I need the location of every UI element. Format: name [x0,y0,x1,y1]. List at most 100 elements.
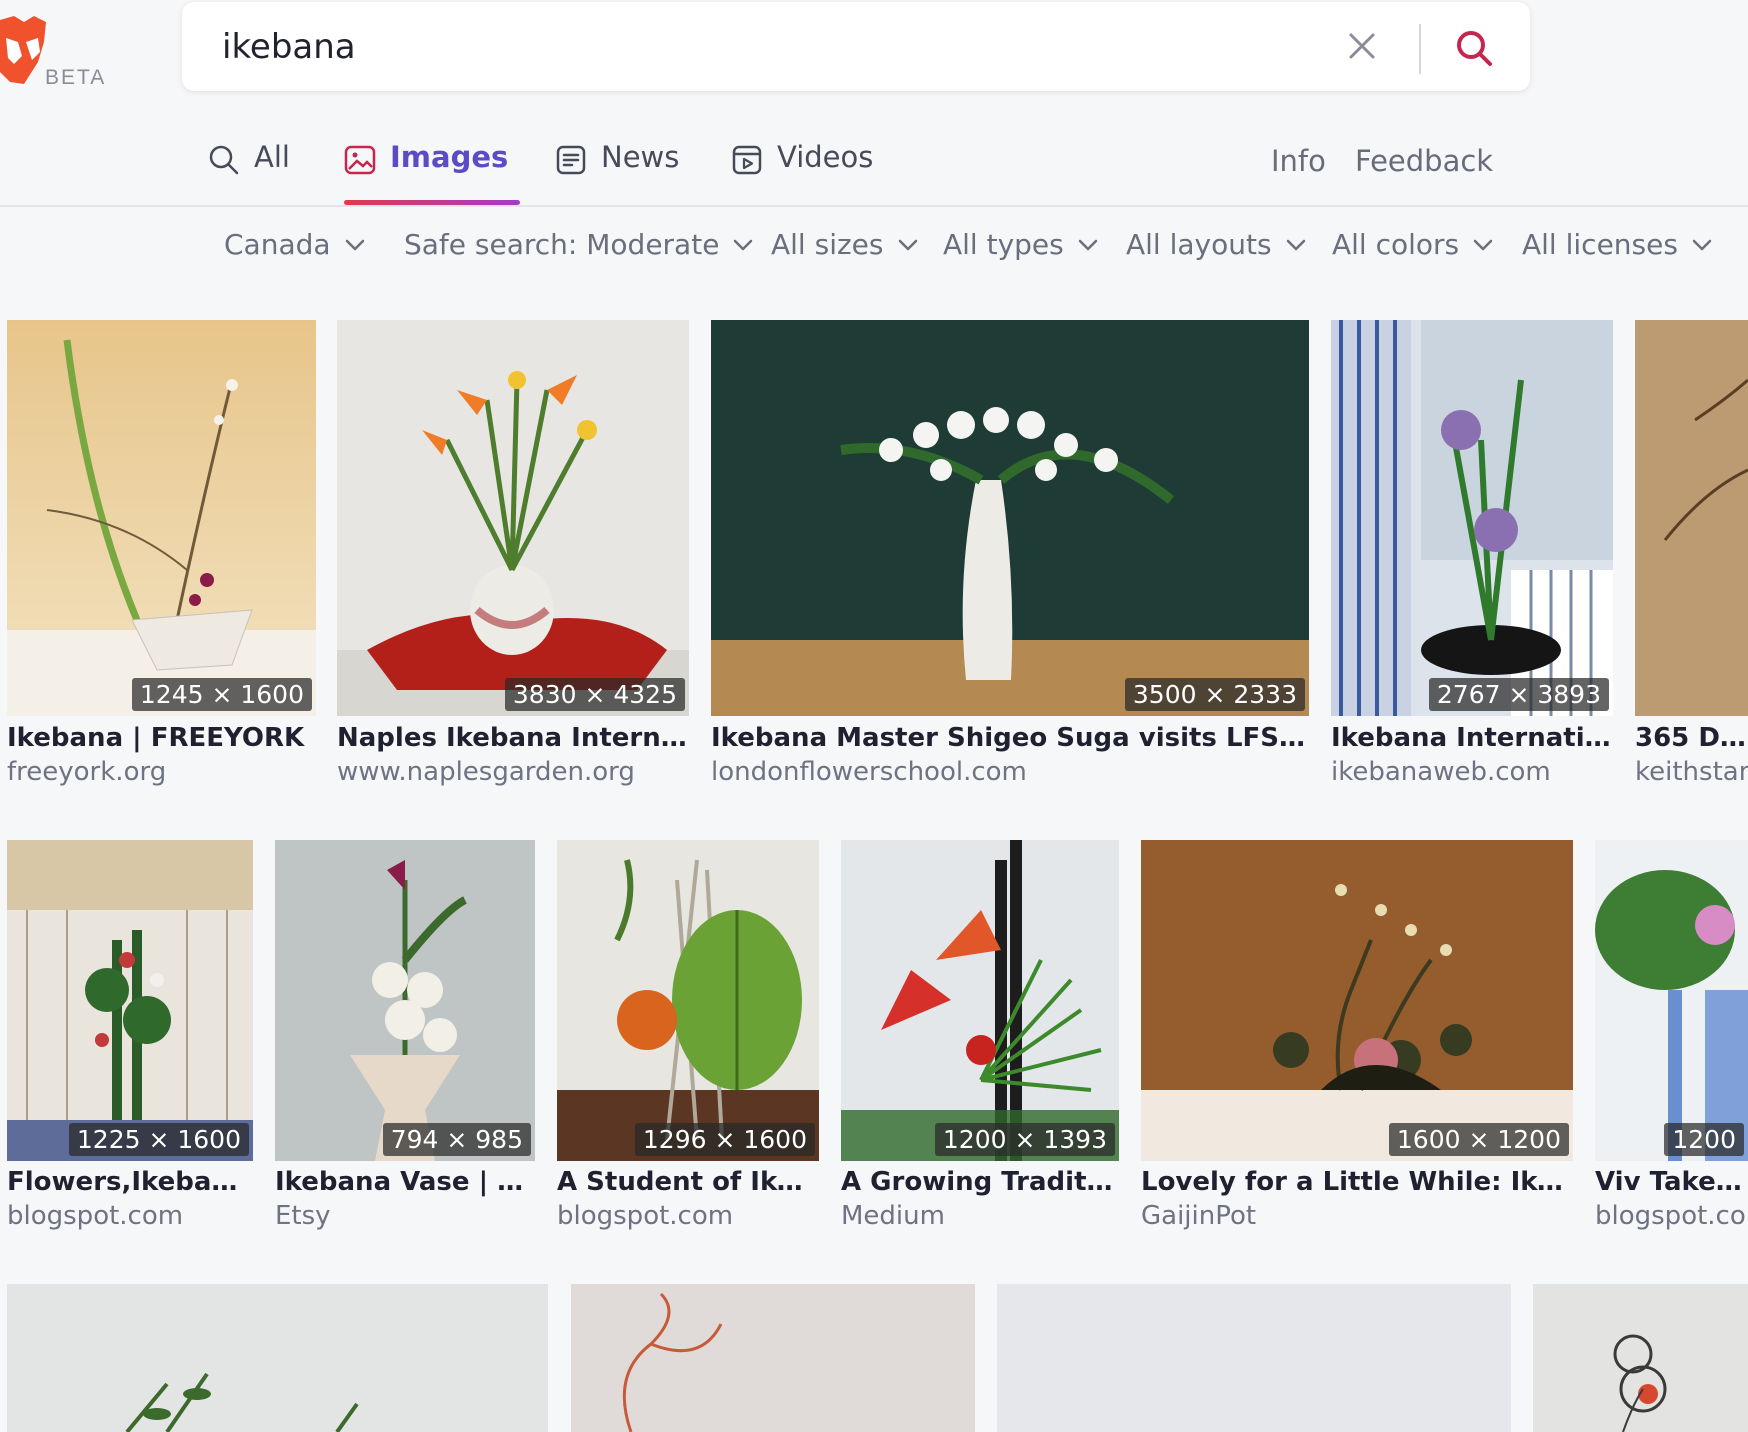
image-dimensions: 1245 × 1600 [131,678,312,711]
result-thumbnail [841,840,1119,1161]
result-title: Ikebana | FREEYORK [7,723,305,753]
close-icon [1349,33,1375,59]
image-result[interactable]: 3500 × 2333 Ikebana Master Shigeo Suga v… [711,320,1309,800]
search-divider [1419,24,1421,74]
image-dimensions: 1296 × 1600 [634,1123,815,1156]
filter-licenses[interactable]: All licenses [1522,228,1712,261]
clear-search-button[interactable] [1342,26,1382,66]
result-thumbnail [7,320,316,716]
result-thumbnail [1331,320,1613,716]
image-dimensions: 794 × 985 [382,1123,531,1156]
result-source: blogspot.com [557,1201,734,1231]
tab-videos[interactable]: Videos [731,140,873,205]
filter-types[interactable]: All types [943,228,1098,261]
filter-label: All colors [1332,228,1460,261]
filter-label: All sizes [771,228,884,261]
filter-label: All licenses [1522,228,1678,261]
filter-bar: Canada Safe search: Moderate All sizes A… [0,228,1748,268]
result-title: Ikebana International Chapter [1331,723,1613,753]
tab-news[interactable]: News [555,140,679,205]
image-result[interactable]: 2767 × 3893 Ikebana International Chapte… [1331,320,1613,800]
image-dimensions: 1225 × 1600 [68,1123,249,1156]
image-dimensions: 1200 × 1393 [934,1123,1115,1156]
filter-layouts[interactable]: All layouts [1126,228,1306,261]
result-title: Ikebana Master Shigeo Suga visits LFS | … [711,723,1309,753]
info-link[interactable]: Info [1271,144,1326,178]
news-icon [556,145,586,175]
image-result[interactable]: 1200 × 1393 A Growing Tradition: Ikebana… [841,840,1119,1240]
lion-icon [0,16,46,84]
video-icon [732,145,762,175]
tab-label: Videos [777,140,874,174]
result-source: GaijinPot [1141,1201,1257,1231]
image-icon [344,145,376,175]
result-thumbnail [571,1284,975,1432]
chevron-down-icon [1078,239,1097,250]
result-source: londonflowerschool.com [711,757,1027,787]
image-result[interactable]: 3830 × 4325 Naples Ikebana International… [337,320,689,800]
image-result[interactable] [571,1284,975,1432]
chevron-down-icon [898,239,917,250]
feedback-link[interactable]: Feedback [1355,144,1493,178]
image-dimensions: 3830 × 4325 [504,678,685,711]
filter-region[interactable]: Canada [224,228,365,261]
image-result[interactable]: 1225 × 1600 Flowers,Ikebana and more blo… [7,840,253,1240]
image-result[interactable]: 1296 × 1600 A Student of Ikenobo Ikebana… [557,840,819,1240]
image-result[interactable]: 1600 × 1200 Lovely for a Little While: I… [1141,840,1573,1240]
result-thumbnail [7,1284,548,1432]
chevron-down-icon [1473,239,1493,250]
result-source: www.naplesgarden.org [337,757,635,787]
tab-images[interactable]: Images [344,140,520,205]
image-result[interactable]: 1245 × 1600 Ikebana | FREEYORK freeyork.… [7,320,316,800]
image-dimensions: 2767 × 3893 [1428,678,1609,711]
result-title: Lovely for a Little While: Ikebana in Ja… [1141,1167,1573,1197]
brave-logo[interactable]: BETA [0,8,110,89]
tab-all[interactable]: All [208,140,290,205]
result-title: A Growing Tradition: Ikebana [841,1167,1119,1197]
image-result[interactable]: 794 × 985 Ikebana Vase | Etsy Etsy [275,840,535,1240]
chevron-down-icon [1286,239,1305,250]
result-source: ikebanaweb.com [1331,757,1551,787]
chevron-down-icon [1692,239,1712,250]
result-title: Ikebana Vase | Etsy [275,1167,535,1197]
image-dimensions: 1200 [1664,1123,1744,1156]
result-title: A Student of Ikenobo Ikebana [557,1167,819,1197]
result-thumbnail [1595,840,1748,1161]
image-dimensions: 1600 × 1200 [1388,1123,1569,1156]
result-source: Etsy [275,1201,331,1231]
tabs-divider [0,205,1748,207]
tab-label: News [601,140,680,174]
result-thumbnail [557,840,819,1161]
filter-sizes[interactable]: All sizes [771,228,918,261]
result-source: keithstanl [1635,757,1748,787]
result-source: freeyork.org [7,757,167,787]
search-input[interactable] [222,24,1302,70]
search-bar [182,2,1530,91]
result-title: 365 Days [1635,723,1748,753]
image-result[interactable] [7,1284,548,1432]
search-submit-button[interactable] [1450,24,1498,72]
result-thumbnail [711,320,1309,716]
tab-label: All [254,140,290,174]
tab-label: Images [390,140,509,174]
result-title: Naples Ikebana International Chapter #20… [337,723,689,753]
result-thumbnail [1635,320,1748,716]
result-thumbnail [1533,1284,1748,1432]
image-result[interactable]: 365 Days keithstanl [1635,320,1748,800]
image-result[interactable]: 1200 Viv Takes Jap blogspot.con [1595,840,1748,1240]
result-thumbnail [1141,840,1573,1161]
chevron-down-icon [345,239,364,250]
filter-label: All layouts [1126,228,1272,261]
filter-safe-search[interactable]: Safe search: Moderate [404,228,753,261]
result-thumbnail [337,320,689,716]
image-result[interactable] [997,1284,1511,1432]
filter-colors[interactable]: All colors [1332,228,1493,261]
search-icon [209,145,239,175]
filter-label: Safe search: Moderate [404,228,720,261]
result-title: Flowers,Ikebana and more [7,1167,253,1197]
result-thumbnail [275,840,535,1161]
image-dimensions: 3500 × 2333 [1124,678,1305,711]
result-thumbnail [997,1284,1511,1432]
result-source: Medium [841,1201,945,1231]
image-result[interactable] [1533,1284,1748,1432]
